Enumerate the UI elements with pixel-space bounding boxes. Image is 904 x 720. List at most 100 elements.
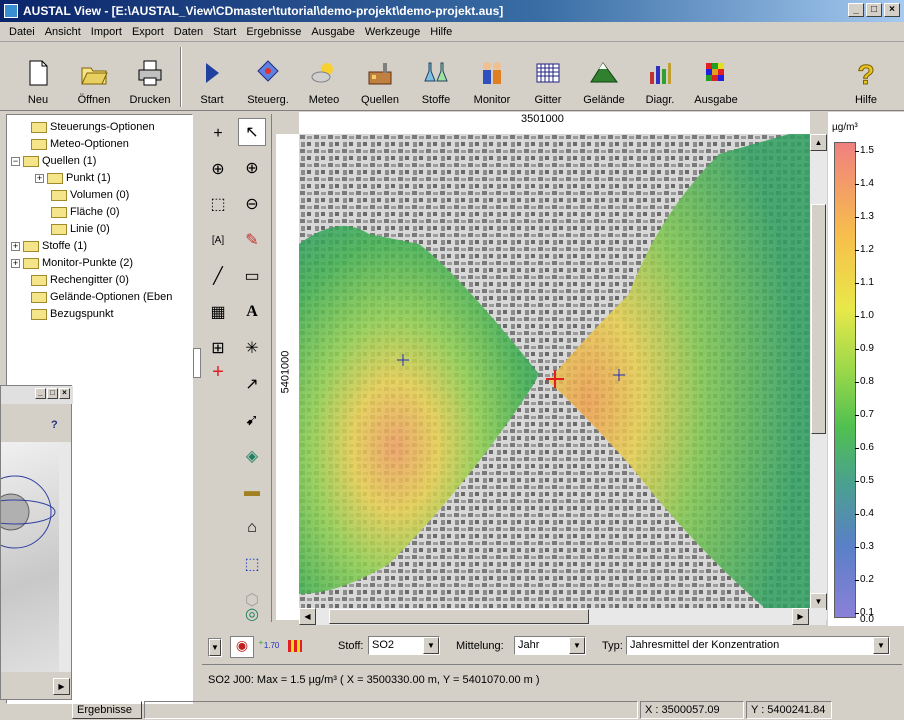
cursor-y-coordinate: Y : 5400241.84 — [746, 701, 832, 719]
menu-ansicht[interactable]: Ansicht — [40, 26, 86, 38]
tree-item-meteo[interactable]: Meteo-Optionen — [31, 136, 129, 152]
snap-tool-icon[interactable]: ⊕ — [204, 155, 232, 183]
float-scroll-right-button[interactable]: ▶ — [53, 678, 70, 695]
monitor-button[interactable]: Monitor — [464, 43, 520, 109]
monitor-people-icon — [483, 62, 501, 84]
menu-daten[interactable]: Daten — [169, 26, 208, 38]
tree-item-gelaende[interactable]: Gelände-Optionen (Eben — [31, 289, 172, 305]
map-horizontal-scrollbar[interactable]: ◀ ▶ — [299, 608, 826, 625]
tree-item-bezugspunkt[interactable]: Bezugspunkt — [31, 306, 114, 322]
left-ruler: 5401000 — [276, 134, 299, 620]
close-button[interactable]: × — [884, 3, 900, 17]
box-3d-icon[interactable]: ⬚ — [204, 190, 232, 218]
zoom-out-icon[interactable]: ⊖ — [238, 190, 266, 218]
new-document-icon — [29, 60, 48, 86]
legend-tick: 0.2 — [855, 574, 874, 585]
tree-item-linie[interactable]: Linie (0) — [51, 221, 110, 237]
splitter-handle[interactable] — [193, 348, 201, 378]
collapse-icon[interactable]: − — [11, 156, 20, 166]
type-select[interactable]: Jahresmittel der Konzentration ▼ — [626, 636, 890, 655]
tree-item-quellen[interactable]: − Quellen (1) — [11, 153, 96, 169]
concentration-map[interactable] — [299, 134, 810, 620]
tree-item-monitor[interactable]: + Monitor-Punkte (2) — [11, 255, 133, 271]
output-button[interactable]: Ausgabe — [688, 43, 744, 109]
legend-color-bar — [834, 142, 856, 618]
substances-button[interactable]: Stoffe — [408, 43, 464, 109]
north-arrow-icon[interactable]: ➹ — [238, 406, 266, 434]
text-tool-icon[interactable]: A — [238, 298, 266, 326]
x-coordinate-label: 3501000 — [521, 113, 564, 125]
cursor-x-coordinate: X : 3500057.09 — [640, 701, 744, 719]
contour-mode-icon[interactable]: ◉ — [230, 636, 254, 658]
start-button[interactable]: Start — [184, 43, 240, 109]
grid-button[interactable]: Gitter — [520, 43, 576, 109]
horizontal-scroll-thumb[interactable] — [329, 609, 589, 624]
float-help-icon[interactable]: ? — [51, 419, 58, 431]
scroll-left-icon[interactable]: ◀ — [299, 608, 316, 625]
float-scrollbar[interactable] — [59, 442, 71, 672]
frame-tool-icon[interactable]: ⬚ — [238, 550, 266, 578]
tree-item-steuerung[interactable]: Steuerungs-Optionen — [31, 119, 155, 135]
scale-mode-icon[interactable]: ⁺1.70 — [258, 638, 279, 651]
menu-ausgabe[interactable]: Ausgabe — [306, 26, 359, 38]
legend-tick: 1.5 — [855, 145, 874, 156]
print-button[interactable]: Drucken — [122, 43, 178, 109]
terrain-button[interactable]: Gelände — [576, 43, 632, 109]
diagram-button[interactable]: Diagr. — [632, 43, 688, 109]
scroll-up-icon[interactable]: ▲ — [810, 134, 827, 151]
source-marker-icon[interactable]: + — [204, 358, 232, 386]
eraser-icon[interactable]: ✎ — [238, 226, 266, 254]
tree-item-rechengitter[interactable]: Rechengitter (0) — [31, 272, 129, 288]
scale-bar-icon[interactable]: ▬ — [238, 478, 266, 506]
menu-export[interactable]: Export — [127, 26, 169, 38]
scroll-right-icon[interactable]: ▶ — [792, 608, 809, 625]
results-tab[interactable]: Ergebnisse — [72, 701, 142, 719]
menu-werkzeuge[interactable]: Werkzeuge — [360, 26, 425, 38]
meteo-button[interactable]: Meteo — [296, 43, 352, 109]
layers-icon[interactable]: ◈ — [238, 442, 266, 470]
float-minimize-button[interactable]: _ — [35, 388, 46, 399]
minimize-button[interactable]: _ — [848, 3, 864, 17]
sources-button[interactable]: Quellen — [352, 43, 408, 109]
3d-view[interactable] — [0, 442, 59, 672]
new-button[interactable]: Neu — [10, 43, 66, 109]
crosshair-tool-icon[interactable]: + — [204, 120, 232, 148]
star-tool-icon[interactable]: ✳ — [238, 334, 266, 362]
menu-start[interactable]: Start — [208, 26, 241, 38]
substance-label: Stoff: — [338, 640, 364, 652]
averaging-select[interactable]: Jahr ▼ — [514, 636, 586, 655]
control-button[interactable]: Steuerg. — [240, 43, 296, 109]
substance-select[interactable]: SO2 ▼ — [368, 636, 440, 655]
menu-datei[interactable]: Datei — [4, 26, 40, 38]
maximize-button[interactable]: □ — [866, 3, 882, 17]
expand-icon[interactable]: + — [11, 241, 20, 251]
float-close-button[interactable]: × — [59, 388, 70, 399]
tree-item-volumen[interactable]: Volumen (0) — [51, 187, 129, 203]
menu-hilfe[interactable]: Hilfe — [425, 26, 457, 38]
display-mode-dropdown[interactable]: ▼ — [208, 638, 222, 657]
help-button[interactable]: ? Hilfe — [838, 43, 894, 109]
vertical-scroll-thumb[interactable] — [811, 204, 826, 434]
expand-icon[interactable]: + — [11, 258, 20, 268]
contour-icon[interactable]: ◎ — [238, 600, 266, 628]
pointer-tool-icon[interactable]: ↖ — [238, 118, 266, 146]
tree-item-flaeche[interactable]: Fläche (0) — [51, 204, 120, 220]
legend-tick: 0.3 — [855, 541, 874, 552]
building-icon[interactable]: ⌂ — [238, 514, 266, 542]
grid-tool-icon[interactable]: ▦ — [204, 298, 232, 326]
zoom-in-icon[interactable]: ⊕ — [238, 154, 266, 182]
open-button[interactable]: Öffnen — [66, 43, 122, 109]
arrow-tool-icon[interactable]: ↗ — [238, 370, 266, 398]
rectangle-tool-icon[interactable]: ▭ — [238, 262, 266, 290]
map-vertical-scrollbar[interactable]: ▲ ▼ — [810, 134, 827, 620]
raster-mode-icon[interactable] — [288, 640, 302, 652]
tree-item-punkt[interactable]: + Punkt (1) — [35, 170, 111, 186]
line-tool-icon[interactable]: ╱ — [204, 262, 232, 290]
legend-tick: 0.4 — [855, 508, 874, 519]
tree-item-stoffe[interactable]: + Stoffe (1) — [11, 238, 87, 254]
text-box-icon[interactable]: [A] — [204, 226, 232, 254]
float-maximize-button[interactable]: □ — [47, 388, 58, 399]
expand-icon[interactable]: + — [35, 173, 44, 183]
menu-ergebnisse[interactable]: Ergebnisse — [241, 26, 306, 38]
menu-import[interactable]: Import — [86, 26, 127, 38]
